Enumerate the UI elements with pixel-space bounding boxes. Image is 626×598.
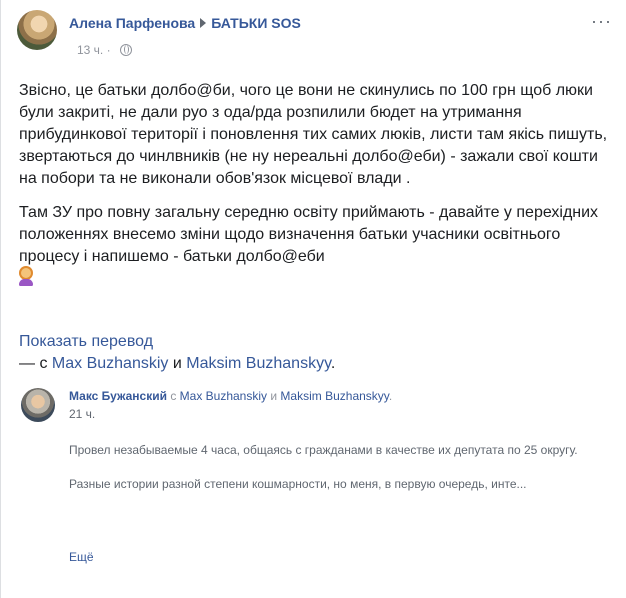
shared-post-header: Макс Бужанский с Max Buzhanskiy и Maksim… xyxy=(69,389,393,403)
post-header: Алена Парфенова БАТЬКИ SOS xyxy=(69,15,301,31)
shared-post-timestamp[interactable]: 21 ч. xyxy=(69,407,95,421)
group-name-link[interactable]: БАТЬКИ SOS xyxy=(211,15,301,31)
post-paragraph: Там ЗУ про повну загальну середню освіту… xyxy=(19,204,599,265)
post-card: Алена Парфенова БАТЬКИ SOS 13 ч. · ··· Зв… xyxy=(0,0,626,598)
person-shrugging-emoji-icon xyxy=(19,268,33,286)
tagged-user-link[interactable]: Max Buzhanskiy xyxy=(180,389,267,403)
author-avatar[interactable] xyxy=(17,10,57,50)
more-dots-icon[interactable]: ··· xyxy=(591,12,612,30)
author-name-link[interactable]: Алена Парфенова xyxy=(69,15,195,31)
post-paragraph: Звісно, це батьки долбо@би, чого це вони… xyxy=(19,82,608,187)
shared-author-name-link[interactable]: Макс Бужанский xyxy=(69,389,167,403)
post-timestamp[interactable]: 13 ч. xyxy=(77,43,103,57)
tagged-with-line: — с Max Buzhanskiy и Maksim Buzhanskyy. xyxy=(19,355,336,372)
show-translation-link[interactable]: Показать перевод xyxy=(19,333,153,351)
shared-paragraph: Разные истории разной степени кошмарност… xyxy=(69,477,527,491)
triangle-right-icon xyxy=(200,18,207,28)
tagged-user-link[interactable]: Maksim Buzhanskyy xyxy=(186,355,331,372)
shared-post-body: Провел незабываемые 4 часа, общаясь с гр… xyxy=(69,441,609,509)
shared-author-avatar[interactable] xyxy=(21,388,55,422)
tagged-user-link[interactable]: Maksim Buzhanskyy xyxy=(280,389,388,403)
see-more-link[interactable]: Ещё xyxy=(69,550,94,564)
globe-icon[interactable] xyxy=(119,44,132,56)
tagged-user-link[interactable]: Max Buzhanskiy xyxy=(52,355,169,372)
post-body: Звісно, це батьки долбо@би, чого це вони… xyxy=(19,80,609,290)
post-meta: 13 ч. · xyxy=(77,43,132,57)
shared-paragraph: Провел незабываемые 4 часа, общаясь с гр… xyxy=(69,443,578,457)
